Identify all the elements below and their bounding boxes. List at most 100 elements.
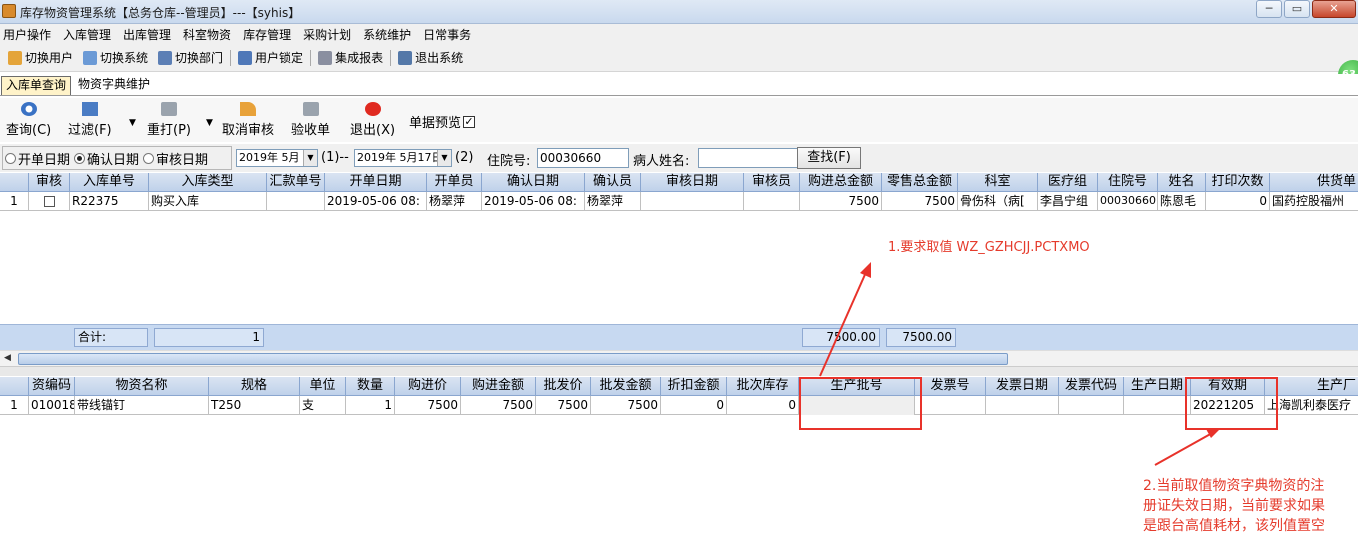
- user-lock-label: 用户锁定: [255, 51, 304, 65]
- col-header-purchase-price[interactable]: 购进价: [395, 377, 461, 396]
- reprint-dropdown-arrow-icon[interactable]: ▼: [206, 118, 213, 128]
- menu-system-maint[interactable]: 系统维护: [357, 26, 417, 43]
- reprint-button[interactable]: 重打(P): [147, 102, 191, 138]
- horizontal-scrollbar[interactable]: ◀: [0, 350, 1358, 366]
- col-header-supply-code[interactable]: 资编码: [29, 377, 75, 396]
- col-header-batch-stock[interactable]: 批次库存: [727, 377, 799, 396]
- exit-system-label: 退出系统: [415, 51, 464, 65]
- cell-inpatient-no: 00030660: [1098, 192, 1158, 211]
- cell-audit[interactable]: [29, 192, 70, 211]
- minimize-button[interactable]: ─: [1256, 0, 1282, 18]
- col-header-wholesale-amount[interactable]: 批发金额: [591, 377, 661, 396]
- patient-name-input[interactable]: [698, 148, 798, 168]
- integrated-report-button[interactable]: 集成报表: [313, 49, 388, 66]
- table-row[interactable]: 1 R22375 购买入库 2019-05-06 08: 杨翠萍 2019-05…: [0, 192, 1358, 211]
- system-icon: [83, 50, 98, 65]
- col-header-confirmer[interactable]: 确认员: [585, 173, 641, 192]
- col-header-quantity[interactable]: 数量: [346, 377, 395, 396]
- table-row[interactable]: 1 010018 带线锚钉 T250 支 1 7500 7500 7500 75…: [0, 396, 1358, 415]
- col-header-remit-no[interactable]: 汇款单号: [267, 173, 325, 192]
- col-header-production-date[interactable]: 生产日期: [1124, 377, 1191, 396]
- col-header-audit-date[interactable]: 审核日期: [641, 173, 744, 192]
- menu-dept-supplies[interactable]: 科室物资: [177, 26, 237, 43]
- cell-supplier: 国药控股福州: [1272, 194, 1345, 208]
- receipt-button[interactable]: 验收单: [291, 102, 330, 138]
- menu-stock-in[interactable]: 入库管理: [57, 26, 117, 43]
- chevron-down-icon[interactable]: ▼: [303, 150, 317, 166]
- chevron-down-icon[interactable]: ▼: [437, 150, 451, 166]
- col-header-medical-group[interactable]: 医疗组: [1038, 173, 1098, 192]
- switch-system-button[interactable]: 切换系统: [78, 49, 153, 66]
- radio-audit-date-label: 审核日期: [156, 152, 209, 168]
- user-lock-button[interactable]: 用户锁定: [233, 49, 308, 66]
- end-date-picker[interactable]: 2019年 5月17日 ▼: [354, 149, 452, 167]
- col-header-invoice-code[interactable]: 发票代码: [1059, 377, 1124, 396]
- printer-icon: [302, 102, 319, 116]
- exit-door-icon: [398, 50, 413, 65]
- col-header-opener[interactable]: 开单员: [427, 173, 482, 192]
- radio-confirm-date[interactable]: 确认日期: [74, 149, 139, 168]
- users-icon: [8, 50, 22, 65]
- find-button[interactable]: 查找(F): [797, 147, 861, 169]
- close-button[interactable]: ✕: [1312, 0, 1356, 18]
- col-header-discount[interactable]: 折扣金额: [661, 377, 727, 396]
- scroll-left-icon[interactable]: ◀: [4, 353, 11, 363]
- tab-stock-in-query[interactable]: 入库单查询: [1, 76, 72, 95]
- radio-open-date[interactable]: 开单日期: [5, 149, 70, 168]
- col-header-spec[interactable]: 规格: [209, 377, 300, 396]
- col-header-print-count[interactable]: 打印次数: [1206, 173, 1270, 192]
- col-header-purchase-total[interactable]: 购进总金额: [800, 173, 882, 192]
- stock-in-grid-header: 审核 入库单号 入库类型 汇款单号 开单日期 开单员 确认日期 确认员 审核日期…: [0, 173, 1358, 192]
- tab-supply-dictionary[interactable]: 物资字典维护: [74, 76, 154, 95]
- menu-daily[interactable]: 日常事务: [417, 26, 477, 43]
- col-header-name[interactable]: 姓名: [1158, 173, 1206, 192]
- col-header-invoice-date[interactable]: 发票日期: [986, 377, 1059, 396]
- col-header-open-date[interactable]: 开单日期: [325, 173, 427, 192]
- cancel-audit-label: 取消审核: [222, 123, 275, 138]
- toolbar-separator: [310, 49, 312, 66]
- col-header-supply-name[interactable]: 物资名称: [75, 377, 209, 396]
- switch-user-button[interactable]: 切换用户: [0, 49, 78, 66]
- col-header-department[interactable]: 科室: [958, 173, 1038, 192]
- col-header-audit[interactable]: 审核: [29, 173, 70, 192]
- start-date-picker[interactable]: 2019年 5月 ▼: [236, 149, 318, 167]
- window-controls: ─ ▭ ✕: [1254, 0, 1356, 20]
- col-header-unit[interactable]: 单位: [300, 377, 346, 396]
- filter-dropdown-arrow-icon[interactable]: ▼: [129, 118, 136, 128]
- cell-index: 1: [0, 396, 29, 415]
- filter-button[interactable]: 过滤(F): [68, 102, 112, 138]
- radio-confirm-date-label: 确认日期: [87, 152, 140, 168]
- menu-purchase-plan[interactable]: 采购计划: [297, 26, 357, 43]
- audit-checkbox[interactable]: [43, 196, 55, 207]
- cell-order-no: R22375: [70, 192, 149, 211]
- col-header-retail-total[interactable]: 零售总金额: [882, 173, 958, 192]
- col-header-wholesale-price[interactable]: 批发价: [536, 377, 591, 396]
- cell-open-date: 2019-05-06 08:: [325, 192, 427, 211]
- col-header-order-no[interactable]: 入库单号: [70, 173, 149, 192]
- exit-system-button[interactable]: 退出系统: [393, 49, 468, 66]
- panel-splitter[interactable]: [0, 366, 1358, 376]
- menu-inventory[interactable]: 库存管理: [237, 26, 297, 43]
- col-header-supplier[interactable]: 供货单: [1270, 173, 1358, 192]
- col-header-purchase-amount[interactable]: 购进金额: [461, 377, 536, 396]
- query-button[interactable]: 查询(C): [6, 102, 51, 138]
- restore-button[interactable]: ▭: [1284, 0, 1310, 18]
- col-header-index[interactable]: [0, 173, 29, 192]
- col-header-inpatient-no[interactable]: 住院号: [1098, 173, 1158, 192]
- inpatient-number-input[interactable]: 00030660: [537, 148, 629, 168]
- col-header-index[interactable]: [0, 377, 29, 396]
- scrollbar-thumb[interactable]: [18, 353, 1008, 365]
- col-header-type[interactable]: 入库类型: [149, 173, 267, 192]
- menu-stock-out[interactable]: 出库管理: [117, 26, 177, 43]
- cancel-audit-button[interactable]: 取消审核: [222, 102, 274, 138]
- exit-button[interactable]: 退出(X): [350, 102, 395, 138]
- preview-checkbox[interactable]: 单据预览 ✓: [409, 112, 476, 131]
- menu-user-ops[interactable]: 用户操作: [0, 26, 57, 43]
- col-header-manufacturer[interactable]: 生产厂: [1265, 377, 1358, 396]
- col-header-invoice-no[interactable]: 发票号: [915, 377, 986, 396]
- col-header-auditor[interactable]: 审核员: [744, 173, 800, 192]
- switch-dept-button[interactable]: 切换部门: [153, 49, 228, 66]
- annotation-note-2-line-3: 是跟台高值耗材，该列值置空: [1143, 518, 1325, 534]
- radio-audit-date[interactable]: 审核日期: [143, 149, 208, 168]
- col-header-confirm-date[interactable]: 确认日期: [482, 173, 585, 192]
